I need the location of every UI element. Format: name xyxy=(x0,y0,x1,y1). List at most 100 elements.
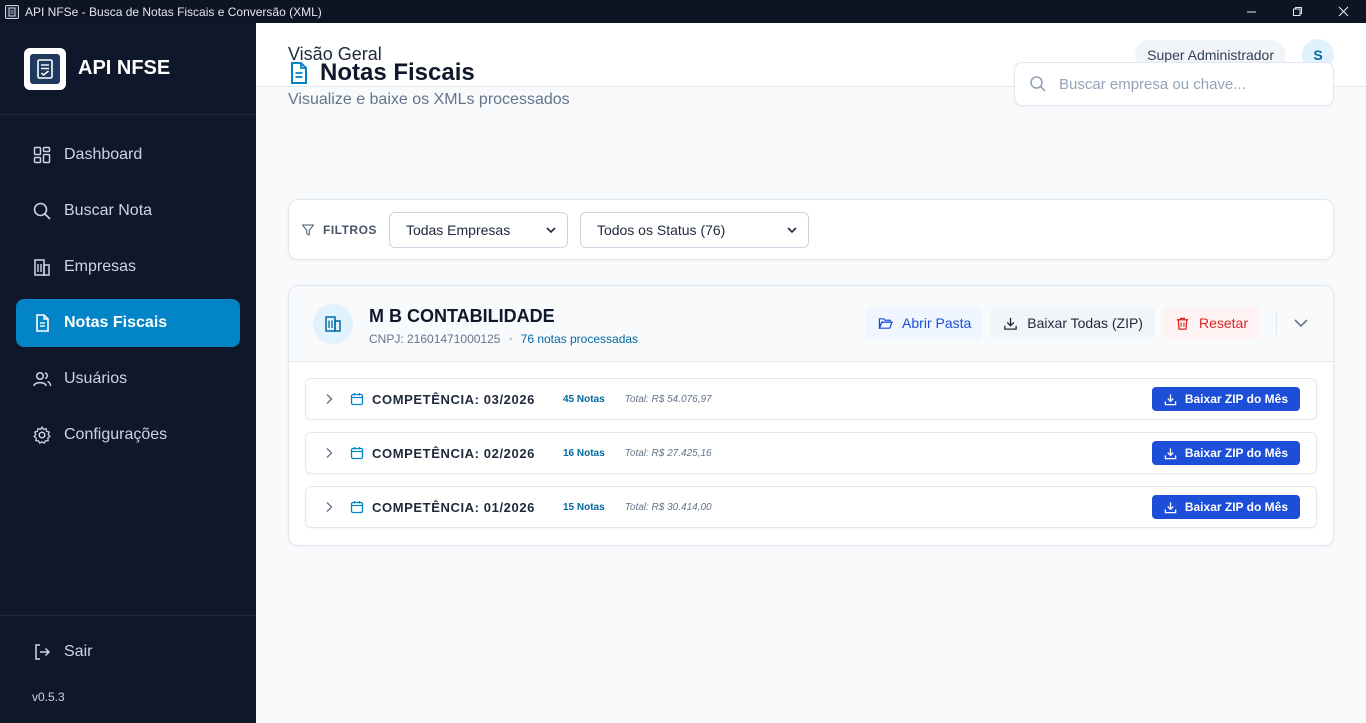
company-header[interactable]: M B CONTABILIDADE CNPJ: 21601471000125 •… xyxy=(289,286,1333,362)
calendar-icon xyxy=(350,501,364,514)
month-label: COMPETÊNCIA: 02/2026 xyxy=(372,445,535,461)
company-meta: CNPJ: 21601471000125 • 76 notas processa… xyxy=(369,332,638,346)
brand-logo xyxy=(24,47,66,90)
filters-label: FILTROS xyxy=(301,223,377,237)
month-label: COMPETÊNCIA: 01/2026 xyxy=(372,499,535,515)
download-icon xyxy=(1164,501,1177,513)
download-month-zip-button[interactable]: Baixar ZIP do Mês xyxy=(1151,387,1300,411)
month-row[interactable]: COMPETÊNCIA: 02/2026 16 Notas Total: R$ … xyxy=(305,432,1317,474)
page-title: Notas Fiscais xyxy=(288,59,475,87)
filters-label-text: FILTROS xyxy=(323,222,377,237)
sidebar-item-configuracoes[interactable]: Configurações xyxy=(16,411,240,459)
file-text-icon xyxy=(291,62,307,84)
search-icon xyxy=(33,202,51,220)
download-month-label: Baixar ZIP do Mês xyxy=(1184,500,1288,514)
download-month-label: Baixar ZIP do Mês xyxy=(1184,446,1288,460)
month-notes-count: 45 Notas xyxy=(563,393,605,405)
sidebar-item-label: Notas Fiscais xyxy=(64,314,168,331)
company-avatar xyxy=(313,304,353,344)
status-select[interactable]: Todos os Status (76) xyxy=(579,211,809,248)
document-check-icon xyxy=(37,58,53,79)
search-box[interactable] xyxy=(1014,62,1334,106)
maximize-button[interactable] xyxy=(1274,0,1320,23)
company-select[interactable]: Todas Empresas xyxy=(388,211,568,248)
month-total: Total: R$ 54.076,97 xyxy=(624,393,712,405)
reset-label: Resetar xyxy=(1198,315,1248,331)
sidebar-item-empresas[interactable]: Empresas xyxy=(16,243,240,291)
download-all-label: Baixar Todas (ZIP) xyxy=(1027,315,1143,331)
sidebar-item-label: Buscar Nota xyxy=(64,202,153,219)
month-total: Total: R$ 30.414,00 xyxy=(624,501,712,513)
sidebar-item-label: Dashboard xyxy=(64,146,143,163)
company-name: M B CONTABILIDADE xyxy=(369,306,555,326)
folder-open-icon xyxy=(878,317,893,329)
minimize-button[interactable] xyxy=(1228,0,1274,23)
month-notes-count: 16 Notas xyxy=(563,447,605,459)
sidebar-item-label: Usuários xyxy=(64,370,128,387)
sidebar-nav: Dashboard Buscar Nota Empresas Notas Fis… xyxy=(0,115,256,459)
window-title: API NFSe - Busca de Notas Fiscais e Conv… xyxy=(25,4,322,19)
download-icon xyxy=(1004,317,1018,330)
month-row[interactable]: COMPETÊNCIA: 03/2026 45 Notas Total: R$ … xyxy=(305,378,1317,420)
app-version: v0.5.3 xyxy=(32,690,65,704)
chevron-right-icon[interactable] xyxy=(322,500,336,514)
sidebar-item-buscar-nota[interactable]: Buscar Nota xyxy=(16,187,240,235)
month-row[interactable]: COMPETÊNCIA: 01/2026 15 Notas Total: R$ … xyxy=(305,486,1317,528)
sidebar-item-dashboard[interactable]: Dashboard xyxy=(16,131,240,179)
close-window-button[interactable] xyxy=(1320,0,1366,23)
app-icon xyxy=(5,4,19,19)
users-icon xyxy=(33,371,52,387)
company-actions: Abrir Pasta Baixar Todas (ZIP) Resetar xyxy=(858,307,1313,339)
minimize-icon xyxy=(1246,11,1256,13)
chevron-right-icon[interactable] xyxy=(322,446,336,460)
grid-icon xyxy=(33,146,51,164)
download-month-zip-button[interactable]: Baixar ZIP do Mês xyxy=(1151,441,1300,465)
month-total: Total: R$ 27.425,16 xyxy=(624,447,712,459)
month-list: COMPETÊNCIA: 03/2026 45 Notas Total: R$ … xyxy=(289,362,1333,528)
logout-icon xyxy=(35,644,51,660)
restore-icon xyxy=(1292,7,1302,16)
sidebar: API NFSE Dashboard Buscar Nota Empresas … xyxy=(0,23,256,723)
calendar-icon xyxy=(350,393,364,406)
download-month-label: Baixar ZIP do Mês xyxy=(1184,392,1288,406)
sidebar-item-usuarios[interactable]: Usuários xyxy=(16,355,240,403)
calendar-icon xyxy=(350,447,364,460)
sidebar-footer: Sair v0.5.3 xyxy=(0,615,256,723)
close-icon xyxy=(1338,6,1348,17)
chevron-right-icon[interactable] xyxy=(322,392,336,406)
chevron-down-icon xyxy=(546,226,556,233)
month-notes-count: 15 Notas xyxy=(563,501,605,513)
company-card: M B CONTABILIDADE CNPJ: 21601471000125 •… xyxy=(288,285,1334,546)
sidebar-item-notas-fiscais[interactable]: Notas Fiscais xyxy=(16,299,240,347)
separator-dot: • xyxy=(508,332,513,346)
search-icon xyxy=(1030,76,1046,92)
gear-icon xyxy=(33,426,51,444)
open-folder-button[interactable]: Abrir Pasta xyxy=(866,307,984,339)
logout-button[interactable]: Sair xyxy=(32,642,92,662)
chevron-down-icon[interactable] xyxy=(1293,315,1309,331)
reset-button[interactable]: Resetar xyxy=(1162,307,1260,339)
building-icon xyxy=(325,316,341,332)
page-title-text: Notas Fiscais xyxy=(320,59,475,86)
download-icon xyxy=(1164,393,1177,405)
logout-label: Sair xyxy=(64,643,93,660)
window-titlebar: API NFSe - Busca de Notas Fiscais e Conv… xyxy=(0,0,1366,23)
company-cnpj: CNPJ: 21601471000125 xyxy=(369,332,501,346)
divider xyxy=(1276,311,1277,335)
notes-processed: 76 notas processadas xyxy=(520,332,639,346)
download-icon xyxy=(1164,447,1177,459)
open-folder-label: Abrir Pasta xyxy=(902,315,972,331)
sidebar-item-label: Configurações xyxy=(64,426,168,443)
status-select-value: Todos os Status (76) xyxy=(596,221,726,238)
page-subtitle: Visualize e baixe os XMLs processados xyxy=(288,91,570,108)
sidebar-item-label: Empresas xyxy=(64,258,137,275)
file-text-icon xyxy=(36,314,49,332)
trash-icon xyxy=(1176,317,1189,330)
month-label: COMPETÊNCIA: 03/2026 xyxy=(372,391,535,407)
filter-icon xyxy=(301,223,315,236)
download-all-zip-button[interactable]: Baixar Todas (ZIP) xyxy=(991,307,1155,339)
download-month-zip-button[interactable]: Baixar ZIP do Mês xyxy=(1151,495,1300,519)
search-input[interactable] xyxy=(1059,75,1319,93)
company-select-value: Todas Empresas xyxy=(405,221,511,238)
chevron-down-icon xyxy=(787,226,797,233)
